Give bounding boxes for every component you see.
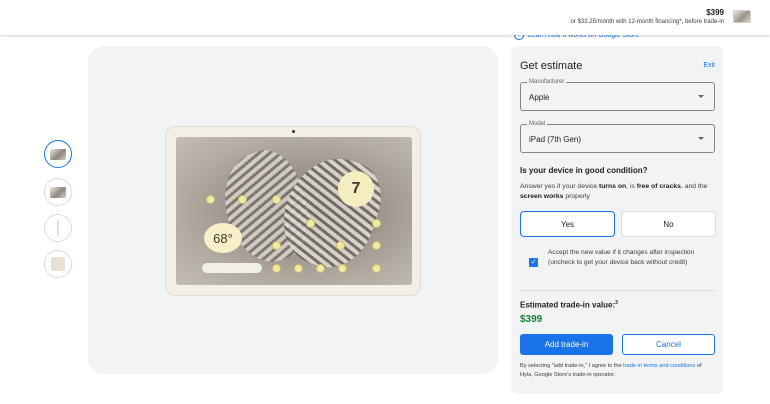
legal-text-part: By selecting "add trade-in," I agree to …	[520, 363, 624, 369]
cancel-button[interactable]: Cancel	[622, 334, 715, 355]
desc-bold: free of cracks	[636, 183, 681, 190]
app-icon	[338, 264, 347, 273]
tablet-side-image	[57, 220, 59, 236]
accept-checkbox[interactable]: ✓	[529, 258, 538, 267]
estimated-value: $399	[520, 314, 543, 325]
card-title: Get estimate	[520, 60, 583, 72]
chevron-down-icon	[698, 137, 704, 140]
no-button[interactable]: No	[621, 211, 716, 237]
weather-widget: 68°	[204, 223, 242, 253]
app-icon	[294, 264, 303, 273]
terms-link[interactable]: trade-in terms and conditions	[623, 363, 695, 369]
desc-text: , and the	[680, 183, 708, 190]
app-icon	[306, 219, 315, 228]
estimate-card: Get estimate Exit Manufacturer Apple Mod…	[511, 46, 723, 394]
app-icon	[206, 195, 215, 204]
product-stage: 7 68°	[88, 46, 498, 374]
yes-button[interactable]: Yes	[520, 211, 615, 237]
condition-description: Answer yes if your device turns on, is f…	[520, 182, 715, 202]
app-icon	[336, 241, 345, 250]
app-icon	[372, 264, 381, 273]
thumbnail-back[interactable]	[44, 250, 72, 278]
tablet-image: 7 68°	[165, 126, 421, 296]
estimated-label: Estimated trade-in value:3	[520, 300, 618, 310]
app-icon	[316, 264, 325, 273]
manufacturer-label: Manufacturer	[527, 79, 567, 85]
desc-bold: turns on	[598, 183, 627, 190]
desc-text: Answer yes if your device	[520, 183, 599, 190]
app-icon	[272, 264, 281, 273]
clock-widget: 7	[338, 171, 374, 207]
tablet-angle-image	[50, 186, 66, 198]
desc-text: properly	[563, 193, 590, 200]
desc-bold: screen works	[520, 193, 564, 200]
manufacturer-select[interactable]: Manufacturer Apple	[520, 79, 715, 111]
model-select[interactable]: Model iPad (7th Gen)	[520, 121, 715, 153]
screen-search-bar	[202, 263, 262, 273]
model-label: Model	[527, 121, 548, 127]
price: $399	[706, 8, 724, 17]
app-icon	[372, 241, 381, 250]
estimated-label-text: Estimated trade-in value:	[520, 300, 616, 310]
desc-text: , is	[626, 183, 637, 190]
add-trade-in-button[interactable]: Add trade-in	[520, 334, 613, 355]
thumbnail-front[interactable]	[44, 140, 72, 168]
tablet-screen: 7 68°	[176, 137, 412, 285]
thumbnail-angle[interactable]	[44, 178, 72, 206]
financing-text: or $33.25/month with 12-month financing*…	[570, 19, 724, 25]
exit-link[interactable]: Exit	[703, 62, 715, 69]
app-icon	[238, 195, 247, 204]
price-bar: $399 or $33.25/month with 12-month finan…	[0, 0, 770, 35]
thumbnail-side[interactable]	[44, 214, 72, 242]
accept-label: Accept the new value if it changes after…	[548, 249, 695, 266]
app-icon	[272, 241, 281, 250]
legal-text: By selecting "add trade-in," I agree to …	[520, 362, 715, 380]
footnote-marker: 3	[615, 300, 618, 306]
chevron-down-icon	[698, 95, 704, 98]
model-value: iPad (7th Gen)	[529, 135, 582, 144]
app-icon	[372, 219, 381, 228]
product-thumbnail	[733, 10, 751, 23]
condition-question: Is your device in good condition?	[520, 166, 648, 175]
divider	[520, 290, 715, 291]
camera-dot	[292, 130, 295, 133]
manufacturer-value: Apple	[529, 93, 550, 102]
app-icon	[272, 195, 281, 204]
tablet-front-image	[50, 148, 66, 160]
tablet-back-image	[51, 257, 65, 271]
